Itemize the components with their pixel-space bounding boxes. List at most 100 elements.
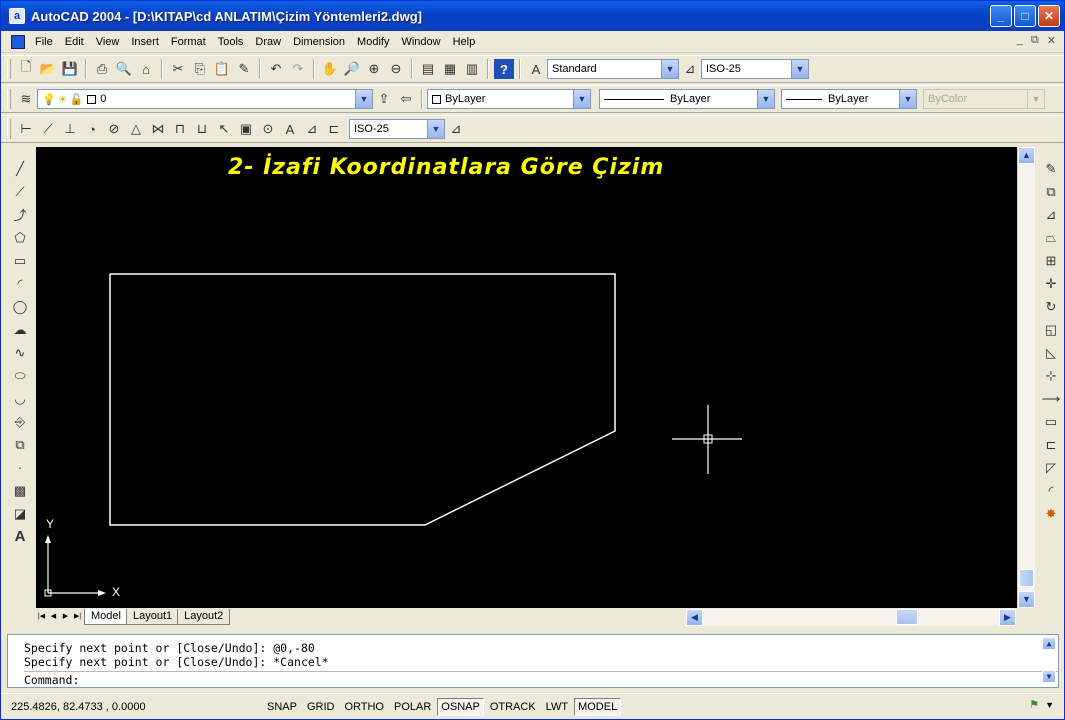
coordinate-readout[interactable]: 225.4826, 82.4733 , 0.0000: [1, 701, 263, 713]
document-icon[interactable]: [11, 34, 25, 49]
toolbar-grip[interactable]: [7, 89, 11, 109]
doc-close-icon[interactable]: ✕: [1047, 34, 1056, 47]
continue-dimension-icon[interactable]: ⊔: [192, 119, 212, 139]
drawing-canvas[interactable]: 2- İzafi Koordinatlara Göre Çizim Y X: [36, 147, 1017, 608]
make-layer-current-icon[interactable]: ⇪: [374, 89, 394, 109]
center-mark-icon[interactable]: ⊙: [258, 119, 278, 139]
make-block-icon[interactable]: ⧉: [10, 434, 30, 455]
command-window[interactable]: Specify next point or [Close/Undo]: @0,-…: [7, 634, 1059, 688]
tolerance-icon[interactable]: ▣: [236, 119, 256, 139]
dimension-style-icon[interactable]: ⊿: [446, 119, 466, 139]
menu-file[interactable]: File: [29, 32, 59, 52]
quick-leader-icon[interactable]: ↖: [214, 119, 234, 139]
maximize-button[interactable]: □: [1014, 5, 1036, 27]
plot-icon[interactable]: ⎙: [92, 59, 112, 79]
status-menu-icon[interactable]: ▼: [1045, 700, 1054, 710]
construction-line-icon[interactable]: ⟋: [10, 181, 30, 202]
color-select[interactable]: ByLayer ▼: [427, 89, 591, 109]
cmd-scroll-up-button[interactable]: ▲: [1042, 637, 1056, 650]
rotate-icon[interactable]: ↻: [1041, 296, 1061, 317]
tab-model[interactable]: Model: [84, 609, 128, 625]
lwt-toggle[interactable]: LWT: [542, 698, 572, 716]
grid-toggle[interactable]: GRID: [303, 698, 339, 716]
command-prompt[interactable]: Command:: [24, 671, 1058, 687]
model-toggle[interactable]: MODEL: [574, 697, 622, 716]
snap-toggle[interactable]: SNAP: [263, 698, 301, 716]
cmd-scroll-down-button[interactable]: ▼: [1042, 670, 1056, 683]
mirror-icon[interactable]: ⊿: [1041, 204, 1061, 225]
circle-icon[interactable]: ◯: [10, 296, 30, 317]
dim-style-select-2[interactable]: ISO-25 ▼: [349, 119, 445, 139]
menu-dimension[interactable]: Dimension: [287, 32, 351, 52]
ortho-toggle[interactable]: ORTHO: [340, 698, 388, 716]
line-icon[interactable]: ╱: [10, 158, 30, 179]
dim-style-select[interactable]: ISO-25 ▼: [701, 59, 809, 79]
dim-style-icon[interactable]: ⊿: [680, 59, 700, 79]
aligned-dimension-icon[interactable]: ⟋: [38, 119, 58, 139]
redo-icon[interactable]: ↷: [288, 59, 308, 79]
tab-layout1[interactable]: Layout1: [125, 609, 180, 625]
scroll-up-button[interactable]: ▲: [1018, 147, 1035, 164]
spline-icon[interactable]: ∿: [10, 342, 30, 363]
dimension-update-icon[interactable]: ⊏: [324, 119, 344, 139]
match-properties-icon[interactable]: ✎: [234, 59, 254, 79]
ordinate-dimension-icon[interactable]: ⊥: [60, 119, 80, 139]
erase-icon[interactable]: ✎: [1041, 158, 1061, 179]
doc-restore-icon[interactable]: ⧉: [1031, 34, 1039, 47]
menu-modify[interactable]: Modify: [351, 32, 395, 52]
region-icon[interactable]: ◪: [10, 503, 30, 524]
lineweight-select[interactable]: ByLayer ▼: [781, 89, 917, 109]
autocad-icon[interactable]: a: [9, 8, 25, 24]
diameter-dimension-icon[interactable]: ⊘: [104, 119, 124, 139]
paste-icon[interactable]: 📋: [212, 59, 232, 79]
multiline-text-icon[interactable]: A: [10, 526, 30, 547]
break-icon[interactable]: ▭: [1041, 411, 1061, 432]
vertical-scroll-thumb[interactable]: [1019, 569, 1034, 587]
minimize-button[interactable]: _: [990, 5, 1012, 27]
toolbar-grip[interactable]: [7, 59, 11, 79]
undo-icon[interactable]: ↶: [266, 59, 286, 79]
insert-block-icon[interactable]: ⎆: [10, 411, 30, 432]
baseline-dimension-icon[interactable]: ⊓: [170, 119, 190, 139]
text-style-icon[interactable]: A: [526, 59, 546, 79]
angular-dimension-icon[interactable]: △: [126, 119, 146, 139]
stretch-icon[interactable]: ◺: [1041, 342, 1061, 363]
close-button[interactable]: ✕: [1038, 5, 1060, 27]
next-tab-icon[interactable]: ▶: [60, 610, 71, 624]
publish-icon[interactable]: ⌂: [136, 59, 156, 79]
communication-center-icon[interactable]: ⚑: [1029, 698, 1039, 711]
polar-toggle[interactable]: POLAR: [390, 698, 435, 716]
vertical-scrollbar[interactable]: ▲ ▼: [1017, 147, 1035, 608]
scale-icon[interactable]: ◱: [1041, 319, 1061, 340]
menu-edit[interactable]: Edit: [59, 32, 90, 52]
ellipse-icon[interactable]: ⬭: [10, 365, 30, 386]
chamfer-icon[interactable]: ◸: [1041, 457, 1061, 478]
hatch-icon[interactable]: ▩: [10, 480, 30, 501]
point-icon[interactable]: ·: [10, 457, 30, 478]
extend-icon[interactable]: ⟶: [1041, 388, 1061, 409]
plot-preview-icon[interactable]: 🔍: [114, 59, 134, 79]
osnap-toggle[interactable]: OSNAP: [437, 697, 484, 716]
design-center-icon[interactable]: ▦: [440, 59, 460, 79]
horizontal-scroll-thumb[interactable]: [896, 609, 918, 625]
prev-tab-icon[interactable]: ◀: [48, 610, 59, 624]
offset-icon[interactable]: ⏢: [1041, 227, 1061, 248]
save-icon[interactable]: 💾: [60, 59, 80, 79]
quick-dimension-icon[interactable]: ⋈: [148, 119, 168, 139]
first-tab-icon[interactable]: |◀: [36, 610, 47, 624]
new-icon[interactable]: 🗋: [16, 59, 36, 79]
linetype-select[interactable]: ByLayer ▼: [599, 89, 775, 109]
dimension-text-edit-icon[interactable]: ⊿: [302, 119, 322, 139]
toolbar-grip[interactable]: [7, 119, 11, 139]
rectangle-icon[interactable]: ▭: [10, 250, 30, 271]
tool-palettes-icon[interactable]: ▥: [462, 59, 482, 79]
explode-icon[interactable]: ✸: [1041, 503, 1061, 524]
last-tab-icon[interactable]: ▶|: [72, 610, 83, 624]
menu-draw[interactable]: Draw: [249, 32, 287, 52]
revision-cloud-icon[interactable]: ☁: [10, 319, 30, 340]
menu-window[interactable]: Window: [395, 32, 446, 52]
doc-minimize-icon[interactable]: _: [1017, 34, 1023, 47]
array-icon[interactable]: ⊞: [1041, 250, 1061, 271]
fillet-icon[interactable]: ◜: [1041, 480, 1061, 501]
zoom-realtime-icon[interactable]: 🔎: [342, 59, 362, 79]
